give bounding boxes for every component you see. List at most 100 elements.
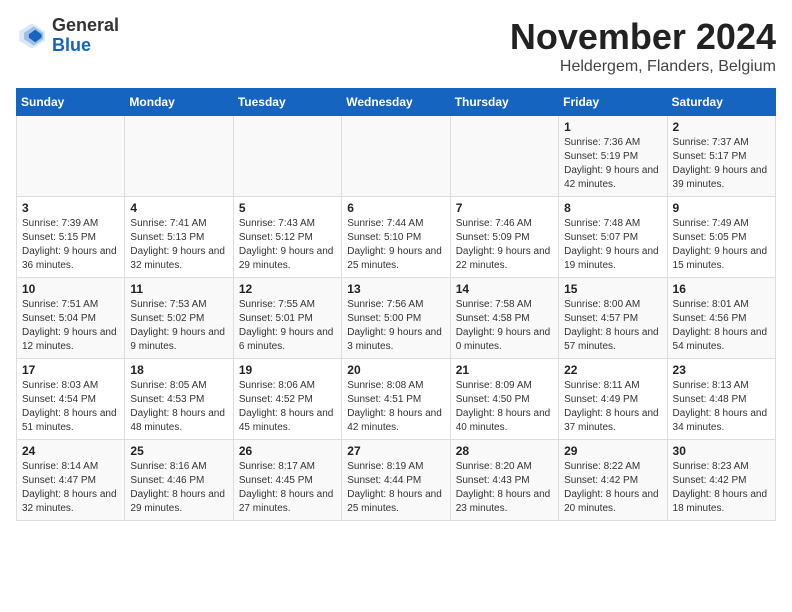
- calendar-cell: 20 Sunrise: 8:08 AM Sunset: 4:51 PM Dayli…: [342, 359, 450, 440]
- calendar-week-4: 24Sunrise: 8:14 AM Sunset: 4:47 PM Dayli…: [17, 440, 776, 521]
- calendar-table: SundayMondayTuesdayWednesdayThursdayFrid…: [16, 88, 776, 521]
- day-info: Sunrise: 7:53 AM Sunset: 5:02 PM Dayligh…: [130, 298, 227, 354]
- calendar-cell: [450, 116, 558, 197]
- calendar-cell: 25Sunrise: 8:16 AM Sunset: 4:46 PM Dayli…: [125, 440, 233, 521]
- day-number: 23: [673, 363, 770, 377]
- day-number: 5: [239, 201, 336, 215]
- calendar-cell: 9 Sunrise: 7:49 AM Sunset: 5:05 PM Daylig…: [667, 197, 775, 278]
- calendar-cell: 12 Sunrise: 7:55 AM Sunset: 5:01 PM Dayli…: [233, 278, 341, 359]
- day-info: Sunrise: 7:46 AM Sunset: 5:09 PM Dayligh…: [456, 217, 553, 273]
- day-number: 2: [673, 120, 770, 134]
- day-number: 17: [22, 363, 119, 377]
- day-info: Sunrise: 7:43 AM Sunset: 5:12 PM Dayligh…: [239, 217, 336, 273]
- day-header-sunday: Sunday: [17, 89, 125, 116]
- calendar-cell: 2Sunrise: 7:37 AM Sunset: 5:17 PM Daylig…: [667, 116, 775, 197]
- logo-icon: [16, 20, 48, 52]
- logo-text: General Blue: [52, 16, 119, 56]
- day-header-monday: Monday: [125, 89, 233, 116]
- day-info: Sunrise: 8:17 AM Sunset: 4:45 PM Dayligh…: [239, 460, 336, 516]
- calendar-cell: 14 Sunrise: 7:58 AM Sunset: 4:58 PM Dayli…: [450, 278, 558, 359]
- calendar-cell: 30Sunrise: 8:23 AM Sunset: 4:42 PM Dayli…: [667, 440, 775, 521]
- calendar-header-row: SundayMondayTuesdayWednesdayThursdayFrid…: [17, 89, 776, 116]
- day-number: 27: [347, 444, 444, 458]
- day-number: 28: [456, 444, 553, 458]
- calendar-cell: 1 Sunrise: 7:36 AM Sunset: 5:19 PM Daylig…: [559, 116, 667, 197]
- day-info: Sunrise: 7:41 AM Sunset: 5:13 PM Dayligh…: [130, 217, 227, 273]
- day-info: Sunrise: 7:39 AM Sunset: 5:15 PM Dayligh…: [22, 217, 119, 273]
- day-number: 10: [22, 282, 119, 296]
- day-info: Sunrise: 8:03 AM Sunset: 4:54 PM Dayligh…: [22, 379, 119, 435]
- calendar-cell: 17 Sunrise: 8:03 AM Sunset: 4:54 PM Dayli…: [17, 359, 125, 440]
- calendar-cell: 6 Sunrise: 7:44 AM Sunset: 5:10 PM Daylig…: [342, 197, 450, 278]
- day-number: 6: [347, 201, 444, 215]
- calendar-cell: 15 Sunrise: 8:00 AM Sunset: 4:57 PM Dayli…: [559, 278, 667, 359]
- day-number: 4: [130, 201, 227, 215]
- calendar-week-1: 3Sunrise: 7:39 AM Sunset: 5:15 PM Daylig…: [17, 197, 776, 278]
- calendar-week-3: 17 Sunrise: 8:03 AM Sunset: 4:54 PM Dayli…: [17, 359, 776, 440]
- day-info: Sunrise: 8:19 AM Sunset: 4:44 PM Dayligh…: [347, 460, 444, 516]
- day-info: Sunrise: 7:36 AM Sunset: 5:19 PM Dayligh…: [564, 136, 661, 192]
- calendar-cell: 7 Sunrise: 7:46 AM Sunset: 5:09 PM Daylig…: [450, 197, 558, 278]
- day-header-wednesday: Wednesday: [342, 89, 450, 116]
- day-info: Sunrise: 8:01 AM Sunset: 4:56 PM Dayligh…: [673, 298, 770, 354]
- day-number: 29: [564, 444, 661, 458]
- day-number: 22: [564, 363, 661, 377]
- day-number: 19: [239, 363, 336, 377]
- calendar-cell: 10Sunrise: 7:51 AM Sunset: 5:04 PM Dayli…: [17, 278, 125, 359]
- day-info: Sunrise: 8:08 AM Sunset: 4:51 PM Dayligh…: [347, 379, 444, 435]
- day-info: Sunrise: 7:49 AM Sunset: 5:05 PM Dayligh…: [673, 217, 770, 273]
- day-info: Sunrise: 8:20 AM Sunset: 4:43 PM Dayligh…: [456, 460, 553, 516]
- location-title: Heldergem, Flanders, Belgium: [510, 58, 776, 76]
- day-number: 15: [564, 282, 661, 296]
- calendar-cell: 16 Sunrise: 8:01 AM Sunset: 4:56 PM Dayli…: [667, 278, 775, 359]
- day-header-saturday: Saturday: [667, 89, 775, 116]
- calendar-cell: [17, 116, 125, 197]
- day-info: Sunrise: 8:11 AM Sunset: 4:49 PM Dayligh…: [564, 379, 661, 435]
- day-info: Sunrise: 8:09 AM Sunset: 4:50 PM Dayligh…: [456, 379, 553, 435]
- calendar-cell: 22 Sunrise: 8:11 AM Sunset: 4:49 PM Dayli…: [559, 359, 667, 440]
- calendar-cell: 4 Sunrise: 7:41 AM Sunset: 5:13 PM Daylig…: [125, 197, 233, 278]
- day-number: 9: [673, 201, 770, 215]
- day-number: 20: [347, 363, 444, 377]
- day-header-thursday: Thursday: [450, 89, 558, 116]
- day-number: 21: [456, 363, 553, 377]
- day-header-friday: Friday: [559, 89, 667, 116]
- day-info: Sunrise: 7:58 AM Sunset: 4:58 PM Dayligh…: [456, 298, 553, 354]
- day-info: Sunrise: 8:16 AM Sunset: 4:46 PM Dayligh…: [130, 460, 227, 516]
- day-number: 13: [347, 282, 444, 296]
- calendar-cell: 13 Sunrise: 7:56 AM Sunset: 5:00 PM Dayli…: [342, 278, 450, 359]
- day-number: 8: [564, 201, 661, 215]
- day-number: 26: [239, 444, 336, 458]
- day-number: 16: [673, 282, 770, 296]
- day-number: 12: [239, 282, 336, 296]
- day-number: 18: [130, 363, 227, 377]
- day-number: 24: [22, 444, 119, 458]
- calendar-cell: 27 Sunrise: 8:19 AM Sunset: 4:44 PM Dayli…: [342, 440, 450, 521]
- calendar-cell: 29 Sunrise: 8:22 AM Sunset: 4:42 PM Dayli…: [559, 440, 667, 521]
- calendar-cell: 3Sunrise: 7:39 AM Sunset: 5:15 PM Daylig…: [17, 197, 125, 278]
- title-area: November 2024 Heldergem, Flanders, Belgi…: [510, 16, 776, 76]
- day-info: Sunrise: 7:44 AM Sunset: 5:10 PM Dayligh…: [347, 217, 444, 273]
- day-number: 1: [564, 120, 661, 134]
- day-info: Sunrise: 7:56 AM Sunset: 5:00 PM Dayligh…: [347, 298, 444, 354]
- calendar-week-0: 1 Sunrise: 7:36 AM Sunset: 5:19 PM Daylig…: [17, 116, 776, 197]
- calendar-cell: 19 Sunrise: 8:06 AM Sunset: 4:52 PM Dayli…: [233, 359, 341, 440]
- day-info: Sunrise: 7:48 AM Sunset: 5:07 PM Dayligh…: [564, 217, 661, 273]
- day-number: 7: [456, 201, 553, 215]
- day-number: 14: [456, 282, 553, 296]
- calendar-cell: 5 Sunrise: 7:43 AM Sunset: 5:12 PM Daylig…: [233, 197, 341, 278]
- day-info: Sunrise: 8:13 AM Sunset: 4:48 PM Dayligh…: [673, 379, 770, 435]
- logo-blue-text: Blue: [52, 35, 91, 55]
- day-info: Sunrise: 8:06 AM Sunset: 4:52 PM Dayligh…: [239, 379, 336, 435]
- calendar-cell: 23 Sunrise: 8:13 AM Sunset: 4:48 PM Dayli…: [667, 359, 775, 440]
- day-info: Sunrise: 7:55 AM Sunset: 5:01 PM Dayligh…: [239, 298, 336, 354]
- calendar-cell: [125, 116, 233, 197]
- day-info: Sunrise: 8:00 AM Sunset: 4:57 PM Dayligh…: [564, 298, 661, 354]
- day-info: Sunrise: 8:22 AM Sunset: 4:42 PM Dayligh…: [564, 460, 661, 516]
- calendar-cell: [233, 116, 341, 197]
- logo: General Blue: [16, 16, 119, 56]
- calendar-cell: 21 Sunrise: 8:09 AM Sunset: 4:50 PM Dayli…: [450, 359, 558, 440]
- day-number: 11: [130, 282, 227, 296]
- calendar-cell: 11 Sunrise: 7:53 AM Sunset: 5:02 PM Dayli…: [125, 278, 233, 359]
- day-info: Sunrise: 8:23 AM Sunset: 4:42 PM Dayligh…: [673, 460, 770, 516]
